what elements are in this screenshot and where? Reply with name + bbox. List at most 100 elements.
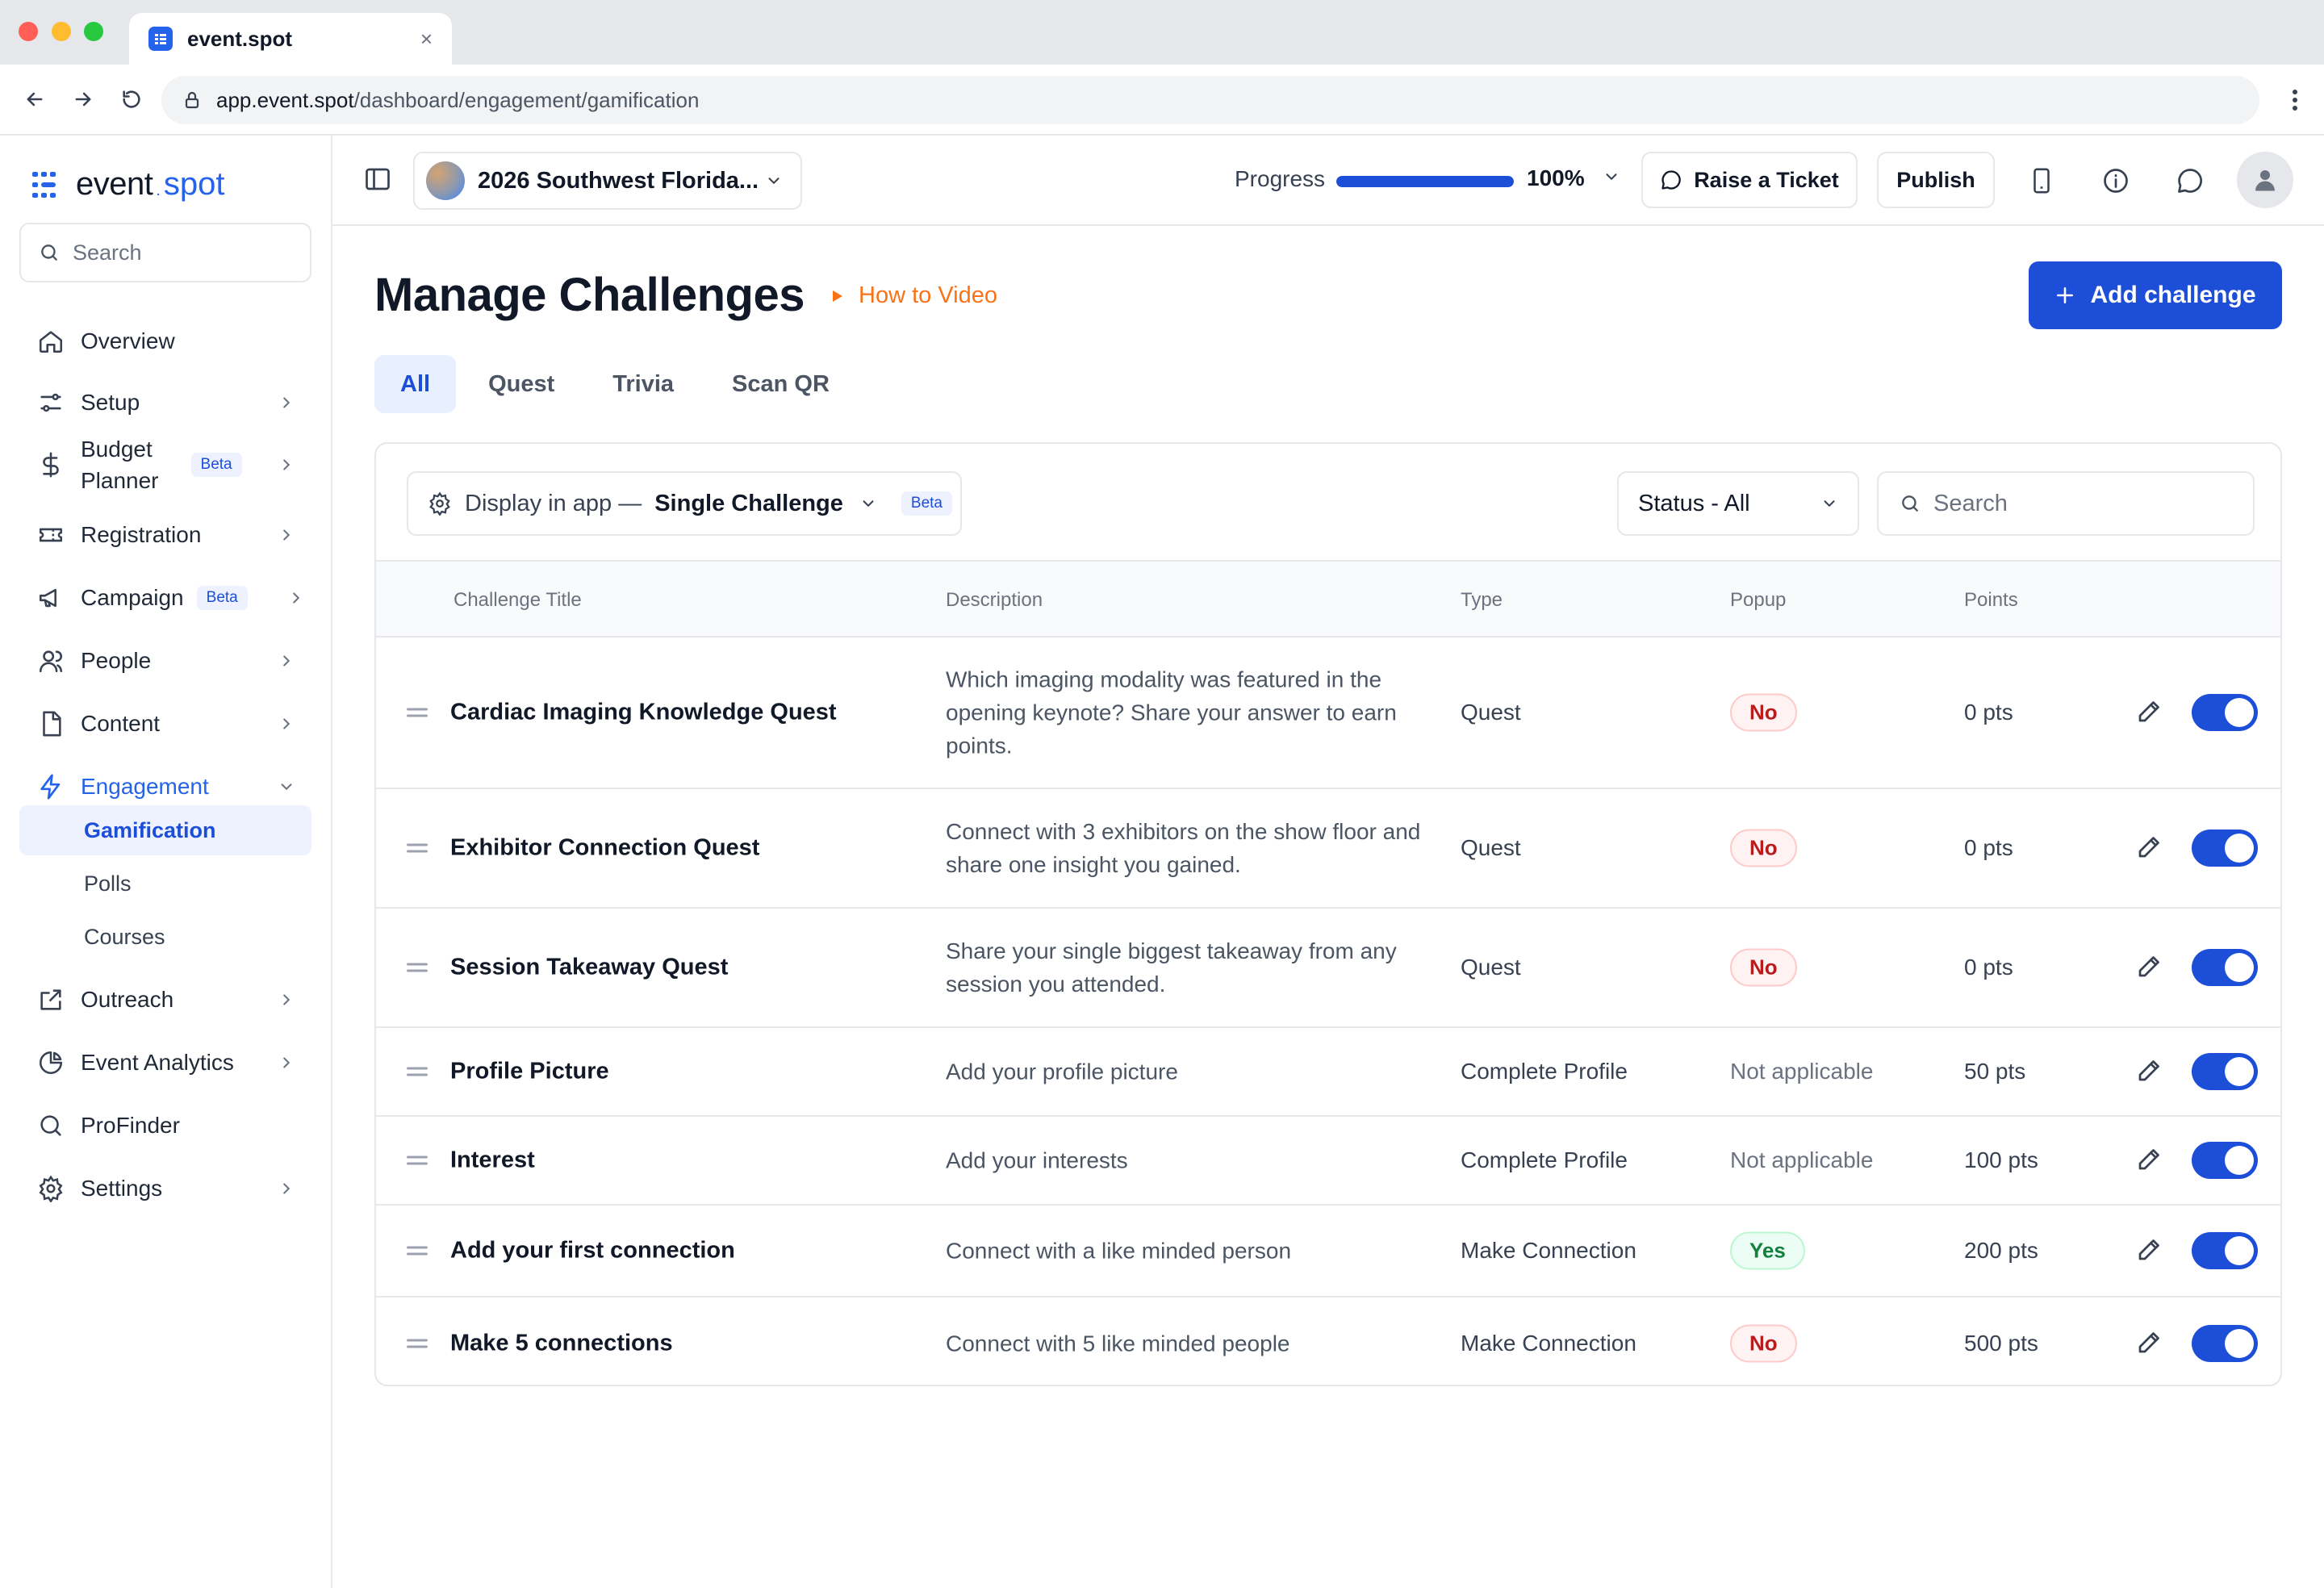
edit-icon[interactable] bbox=[2135, 696, 2167, 729]
challenge-search-input[interactable]: Search bbox=[1877, 471, 2255, 536]
sidebar-item-label: Overview bbox=[81, 328, 175, 353]
enabled-toggle[interactable] bbox=[2192, 949, 2258, 986]
table-row[interactable]: Add your first connection Connect with a… bbox=[376, 1206, 2280, 1298]
sidebar-item-budget-planner[interactable]: Budget Planner Beta bbox=[19, 428, 311, 502]
drag-handle-icon[interactable] bbox=[407, 1335, 428, 1352]
challenge-title: Session Takeaway Quest bbox=[450, 954, 729, 980]
sidebar-item-settings[interactable]: Settings bbox=[19, 1162, 311, 1215]
challenge-title: Add your first connection bbox=[450, 1237, 735, 1264]
messages-icon[interactable] bbox=[2172, 163, 2208, 198]
event-avatar bbox=[426, 161, 465, 200]
edit-icon[interactable] bbox=[2135, 1055, 2167, 1088]
sidebar-toggle-icon[interactable] bbox=[363, 165, 392, 194]
popup-text: Not applicable bbox=[1730, 1059, 1874, 1084]
sidebar-item-label: ProFinder bbox=[81, 1113, 180, 1138]
add-challenge-button[interactable]: Add challenge bbox=[2029, 261, 2282, 329]
sidebar-item-campaign[interactable]: Campaign Beta bbox=[19, 571, 311, 625]
challenge-title: Make 5 connections bbox=[450, 1330, 673, 1356]
sidebar-item-people[interactable]: People bbox=[19, 634, 311, 687]
info-icon[interactable] bbox=[2098, 163, 2134, 198]
back-icon[interactable] bbox=[21, 86, 48, 113]
challenge-points: 0 pts bbox=[1964, 700, 2013, 725]
logo[interactable]: event . spot bbox=[32, 166, 225, 203]
column-header-points: Points bbox=[1964, 589, 2018, 611]
display-in-app-select[interactable]: Display in app — Single Challenge Beta bbox=[407, 471, 962, 536]
event-selector[interactable]: 2026 Southwest Florida... bbox=[413, 152, 802, 210]
sidebar-item-setup[interactable]: Setup bbox=[19, 376, 311, 429]
sidebar-subitem-courses[interactable]: Courses bbox=[19, 912, 311, 962]
close-tab-icon[interactable]: × bbox=[420, 27, 433, 52]
window-close-button[interactable] bbox=[19, 22, 38, 41]
how-to-video-link[interactable]: How to Video bbox=[831, 282, 997, 309]
sidebar-search-input[interactable]: Search bbox=[19, 223, 311, 282]
drag-handle-icon[interactable] bbox=[407, 840, 428, 857]
drag-handle-icon[interactable] bbox=[407, 704, 428, 721]
tab-scan-qr[interactable]: Scan QR bbox=[706, 355, 855, 413]
progress-fill bbox=[1336, 176, 1514, 187]
user-avatar[interactable] bbox=[2237, 152, 2293, 208]
browser-toolbar: app.event.spot/dashboard/engagement/gami… bbox=[0, 65, 2324, 136]
url-path: /dashboard/engagement/gamification bbox=[353, 87, 700, 112]
enabled-toggle[interactable] bbox=[2192, 830, 2258, 867]
budget-line-2: Planner bbox=[81, 468, 159, 493]
browser-tab[interactable]: event.spot × bbox=[129, 13, 452, 65]
enabled-toggle[interactable] bbox=[2192, 1053, 2258, 1090]
edit-icon[interactable] bbox=[2135, 1235, 2167, 1267]
window-minimize-button[interactable] bbox=[52, 22, 71, 41]
status-filter-select[interactable]: Status - All bbox=[1617, 471, 1859, 536]
sidebar-subitem-gamification[interactable]: Gamification bbox=[19, 805, 311, 855]
drag-handle-icon[interactable] bbox=[407, 1152, 428, 1169]
table-row[interactable]: Profile Picture Add your profile picture… bbox=[376, 1028, 2280, 1117]
forward-icon[interactable] bbox=[69, 86, 97, 113]
chevron-right-icon bbox=[283, 655, 290, 667]
popup-cell: No bbox=[1730, 829, 1797, 867]
enabled-toggle[interactable] bbox=[2192, 1142, 2258, 1179]
sidebar-item-event-analytics[interactable]: Event Analytics bbox=[19, 1036, 311, 1089]
browser-menu-icon[interactable] bbox=[2290, 86, 2300, 115]
mobile-preview-icon[interactable] bbox=[2024, 163, 2059, 198]
sidebar-item-overview[interactable]: Overview bbox=[19, 315, 311, 368]
popup-badge: Yes bbox=[1730, 1231, 1805, 1270]
table-row[interactable]: Session Takeaway Quest Share your single… bbox=[376, 909, 2280, 1028]
sidebar-subitem-polls[interactable]: Polls bbox=[19, 859, 311, 909]
address-bar[interactable]: app.event.spot/dashboard/engagement/gami… bbox=[161, 76, 2259, 124]
drag-handle-icon[interactable] bbox=[407, 959, 428, 976]
favicon-icon bbox=[148, 27, 173, 51]
edit-icon[interactable] bbox=[2135, 832, 2167, 864]
sidebar-item-content[interactable]: Content bbox=[19, 697, 311, 750]
sidebar-item-profinder[interactable]: ProFinder bbox=[19, 1099, 311, 1152]
reload-icon[interactable] bbox=[118, 86, 145, 113]
raise-ticket-button[interactable]: Raise a Ticket bbox=[1641, 152, 1858, 208]
ticket-icon bbox=[36, 520, 66, 550]
bolt-icon bbox=[36, 771, 66, 802]
table-row[interactable]: Make 5 connections Connect with 5 like m… bbox=[376, 1298, 2280, 1385]
tab-trivia[interactable]: Trivia bbox=[587, 355, 700, 413]
tab-all[interactable]: All bbox=[374, 355, 457, 413]
window-maximize-button[interactable] bbox=[84, 22, 103, 41]
edit-icon[interactable] bbox=[2135, 951, 2167, 984]
chevron-down-icon bbox=[768, 178, 780, 185]
enabled-toggle[interactable] bbox=[2192, 1325, 2258, 1362]
sidebar-item-registration[interactable]: Registration bbox=[19, 508, 311, 562]
chevron-down-icon bbox=[863, 500, 874, 508]
edit-icon[interactable] bbox=[2135, 1144, 2167, 1176]
enabled-toggle[interactable] bbox=[2192, 1232, 2258, 1269]
progress-percent: 100% bbox=[1527, 165, 1585, 190]
edit-icon[interactable] bbox=[2135, 1327, 2167, 1360]
tab-quest[interactable]: Quest bbox=[462, 355, 580, 413]
table-row[interactable]: Interest Add your interests Complete Pro… bbox=[376, 1117, 2280, 1206]
table-row[interactable]: Cardiac Imaging Knowledge Quest Which im… bbox=[376, 637, 2280, 789]
drag-handle-icon[interactable] bbox=[407, 1064, 428, 1080]
enabled-toggle[interactable] bbox=[2192, 694, 2258, 731]
chat-bubble-icon bbox=[1661, 170, 1681, 190]
url-domain: app.event.spot bbox=[216, 87, 354, 112]
table-row[interactable]: Exhibitor Connection Quest Connect with … bbox=[376, 789, 2280, 909]
publish-button[interactable]: Publish bbox=[1877, 152, 1995, 208]
challenge-points: 0 pts bbox=[1964, 835, 2013, 860]
progress-dropdown-icon[interactable] bbox=[1603, 168, 1620, 186]
popup-cell: Not applicable bbox=[1730, 1059, 1873, 1084]
drag-handle-icon[interactable] bbox=[407, 1243, 428, 1260]
chevron-right-icon bbox=[283, 994, 290, 1005]
sidebar-item-outreach[interactable]: Outreach bbox=[19, 973, 311, 1026]
chevron-right-icon bbox=[283, 459, 290, 470]
